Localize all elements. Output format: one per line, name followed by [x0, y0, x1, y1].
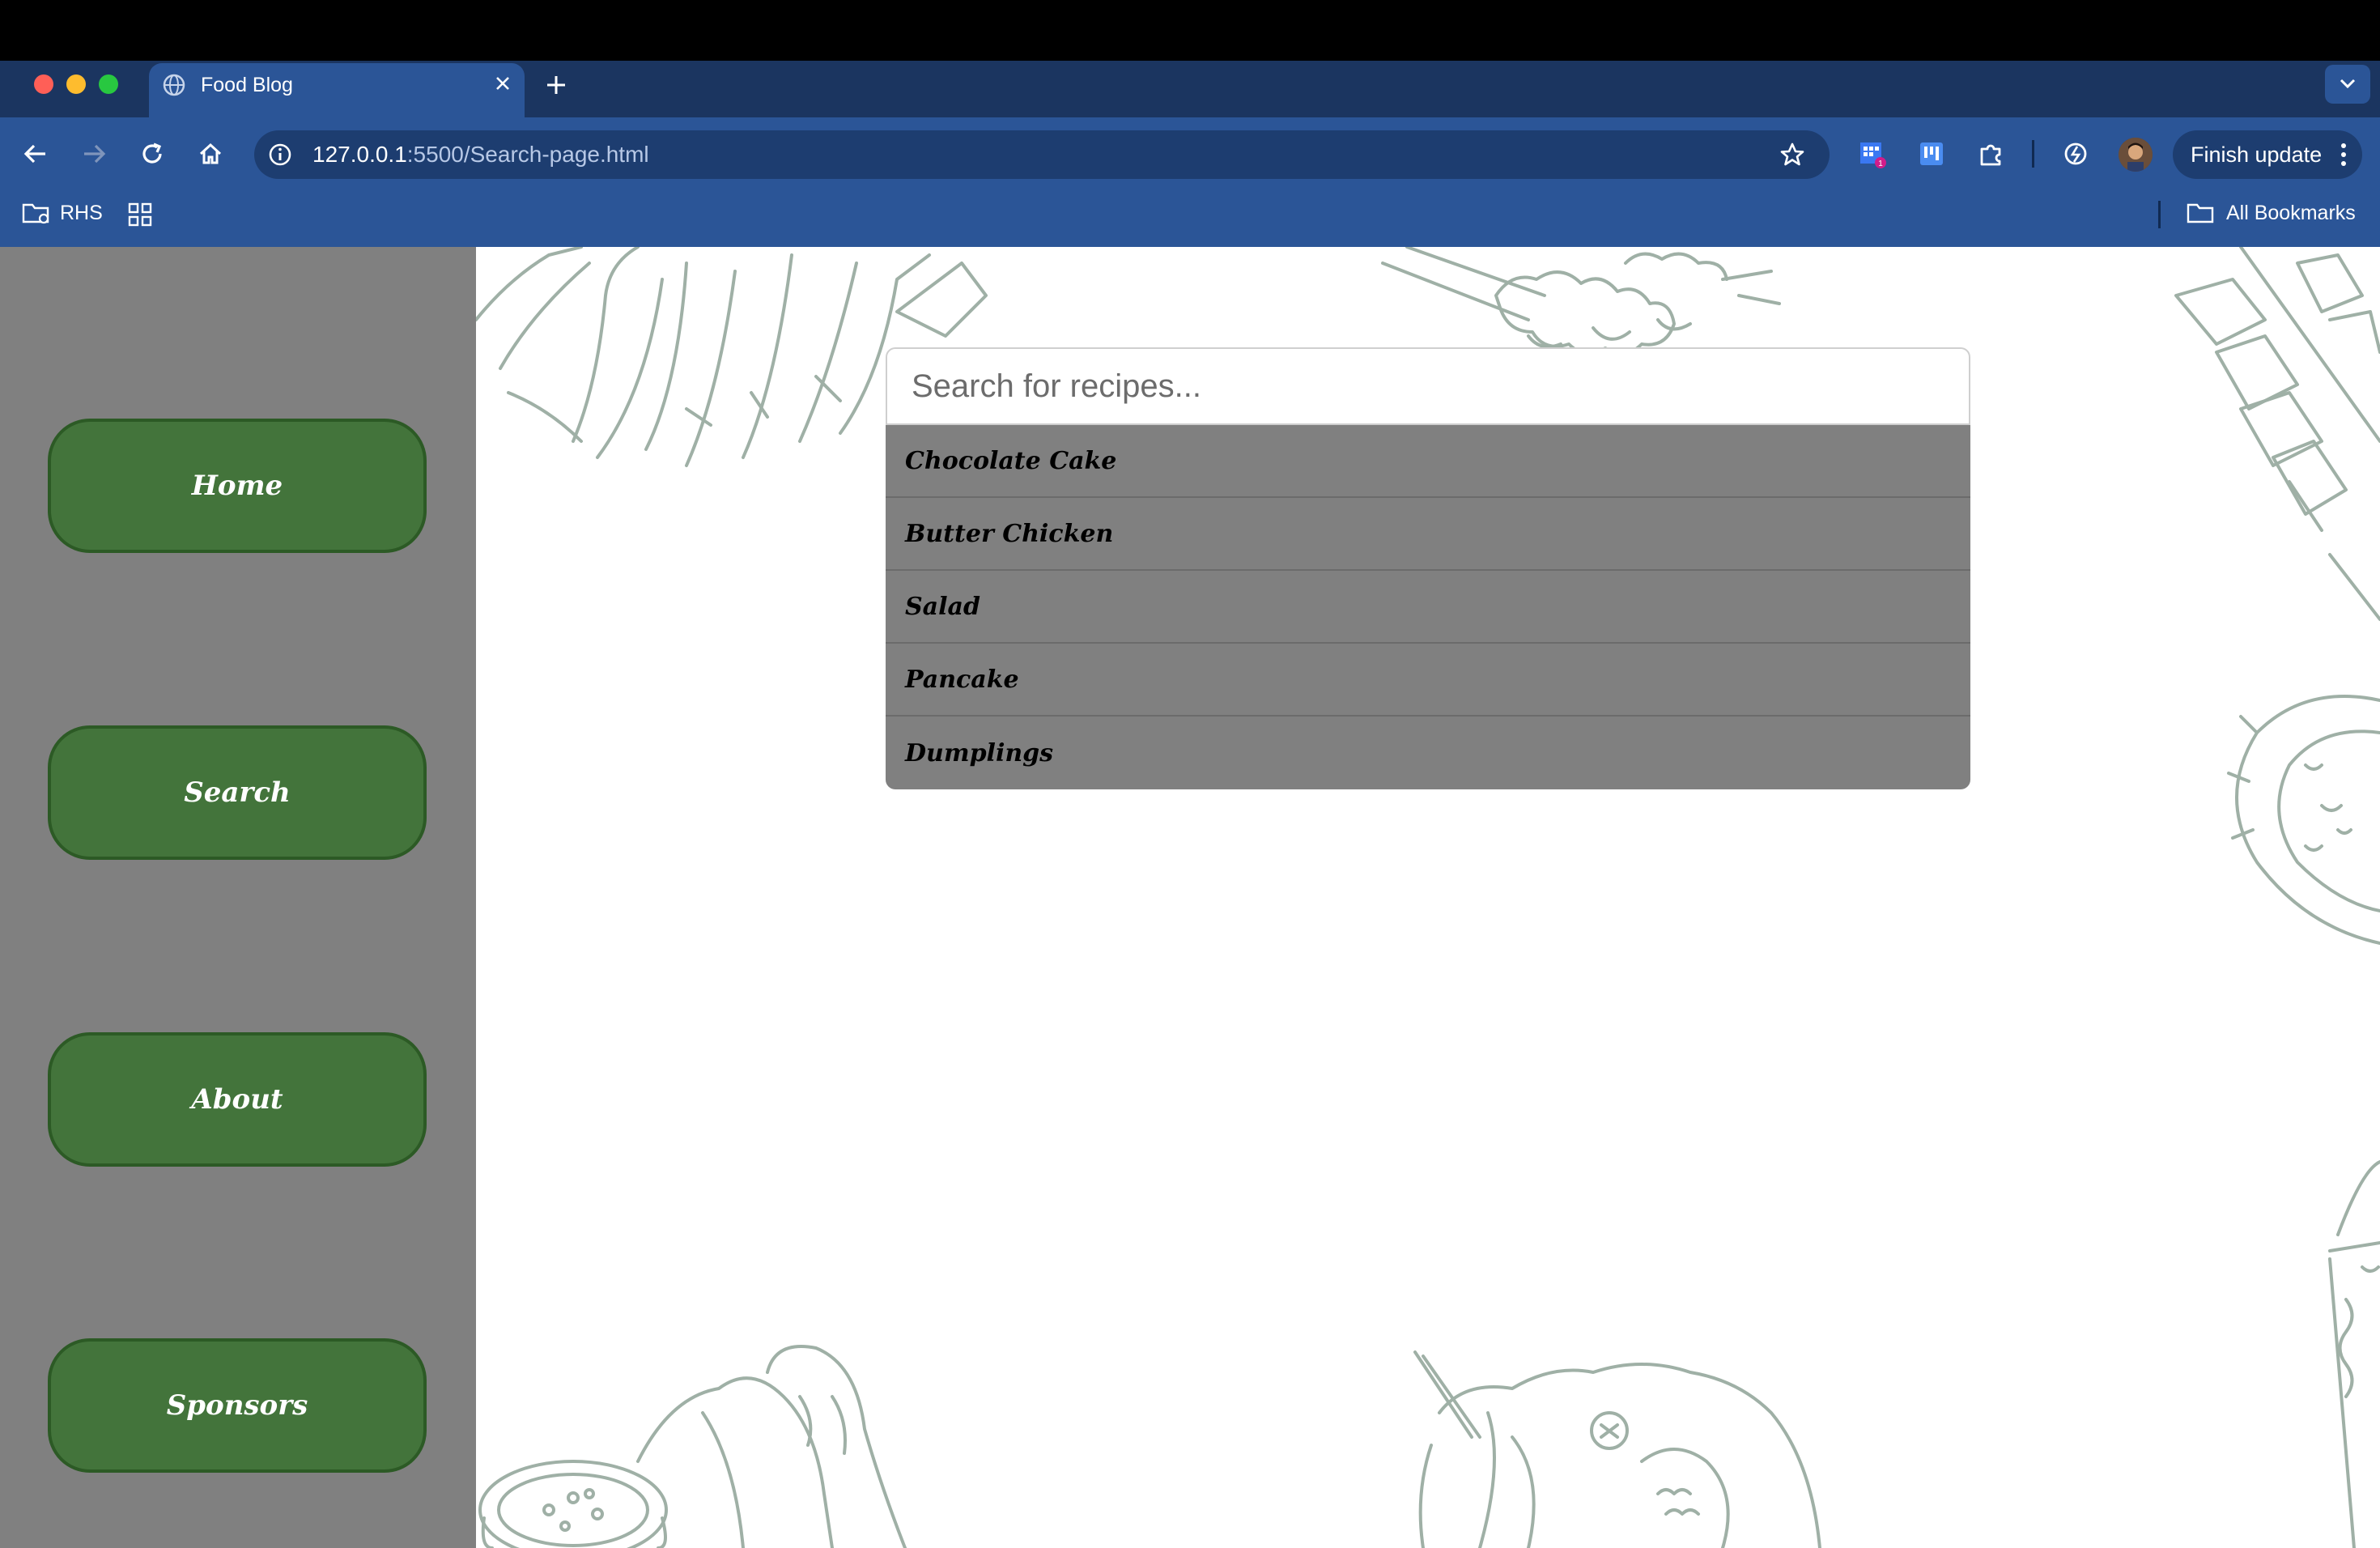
search-widget: Chocolate Cake Butter Chicken Salad Panc…	[886, 347, 1970, 789]
nav-home-button[interactable]: Home	[48, 419, 427, 553]
platter-sketch	[1413, 1350, 1821, 1548]
pastry-sketch	[2227, 695, 2380, 945]
site-info-icon[interactable]	[266, 140, 295, 169]
search-result-item[interactable]: Salad	[886, 571, 1970, 644]
address-bar[interactable]: 127.0.0.1:5500/Search-page.html	[254, 130, 1830, 179]
home-icon[interactable]	[194, 138, 227, 170]
avatar[interactable]	[2119, 138, 2153, 172]
url-host: 127.0.0.1	[312, 142, 407, 167]
kanban-extension-icon[interactable]	[1915, 138, 1948, 170]
close-tab-icon[interactable]	[491, 71, 515, 96]
kebab-sketch	[2174, 247, 2380, 621]
skewers-sketch	[1381, 247, 1781, 355]
all-bookmarks-label: All Bookmarks	[2226, 202, 2356, 224]
calendar-extension-icon[interactable]: 1	[1855, 138, 1888, 170]
bookmark-star-icon[interactable]	[1778, 140, 1807, 169]
sidebar: Home Search About Sponsors	[0, 247, 476, 1548]
milkshake-sketch	[2328, 1160, 2380, 1548]
nav-sponsors-button[interactable]: Sponsors	[48, 1338, 427, 1473]
tab-title: Food Blog	[201, 74, 293, 96]
search-input[interactable]	[886, 347, 1970, 425]
window-close-button[interactable]	[34, 74, 53, 94]
tab-search-button[interactable]	[2325, 65, 2370, 104]
url-path: :5500/Search-page.html	[406, 142, 649, 167]
managed-folder-icon	[22, 203, 49, 224]
finish-update-label: Finish update	[2191, 142, 2323, 167]
bookmark-folder-label: RHS	[60, 202, 103, 224]
screen: Food Blog 127.0.0.1:5500/Search-page.htm…	[0, 0, 2380, 1548]
extension-badge: 1	[1878, 159, 1883, 168]
performance-icon[interactable]	[2059, 138, 2092, 170]
browser-tab[interactable]: Food Blog	[149, 63, 525, 117]
window-minimize-button[interactable]	[66, 74, 86, 94]
page-viewport: Home Search About Sponsors Chocolate Cak…	[0, 247, 2380, 1548]
nav-search-button[interactable]: Search	[48, 725, 427, 860]
new-tab-icon[interactable]	[542, 71, 570, 99]
bowl-sketch	[478, 1345, 907, 1548]
search-result-item[interactable]: Pancake	[886, 644, 1970, 717]
search-result-item[interactable]: Butter Chicken	[886, 498, 1970, 571]
window-zoom-button[interactable]	[99, 74, 118, 94]
forward-arrow-icon[interactable]	[78, 138, 110, 170]
chevron-down-icon	[2340, 79, 2356, 89]
profile-avatar-icon	[2119, 138, 2153, 172]
search-result-item[interactable]: Dumplings	[886, 717, 1970, 789]
nav-about-button[interactable]: About	[48, 1032, 427, 1167]
toolbar-separator	[2032, 140, 2034, 168]
reload-icon[interactable]	[136, 138, 168, 170]
finish-update-button[interactable]: Finish update	[2173, 130, 2362, 179]
bookmarks-separator	[2158, 201, 2161, 228]
globe-icon	[163, 74, 185, 96]
search-results-list: Chocolate Cake Butter Chicken Salad Panc…	[886, 425, 1970, 789]
more-vertical-icon	[2341, 143, 2346, 166]
apps-grid-icon[interactable]	[126, 201, 154, 228]
folder-icon	[2187, 203, 2214, 223]
extensions-puzzle-icon[interactable]	[1975, 138, 2008, 170]
back-arrow-icon[interactable]	[19, 138, 52, 170]
search-result-item[interactable]: Chocolate Cake	[886, 425, 1970, 498]
url-text: 127.0.0.1:5500/Search-page.html	[312, 141, 649, 168]
